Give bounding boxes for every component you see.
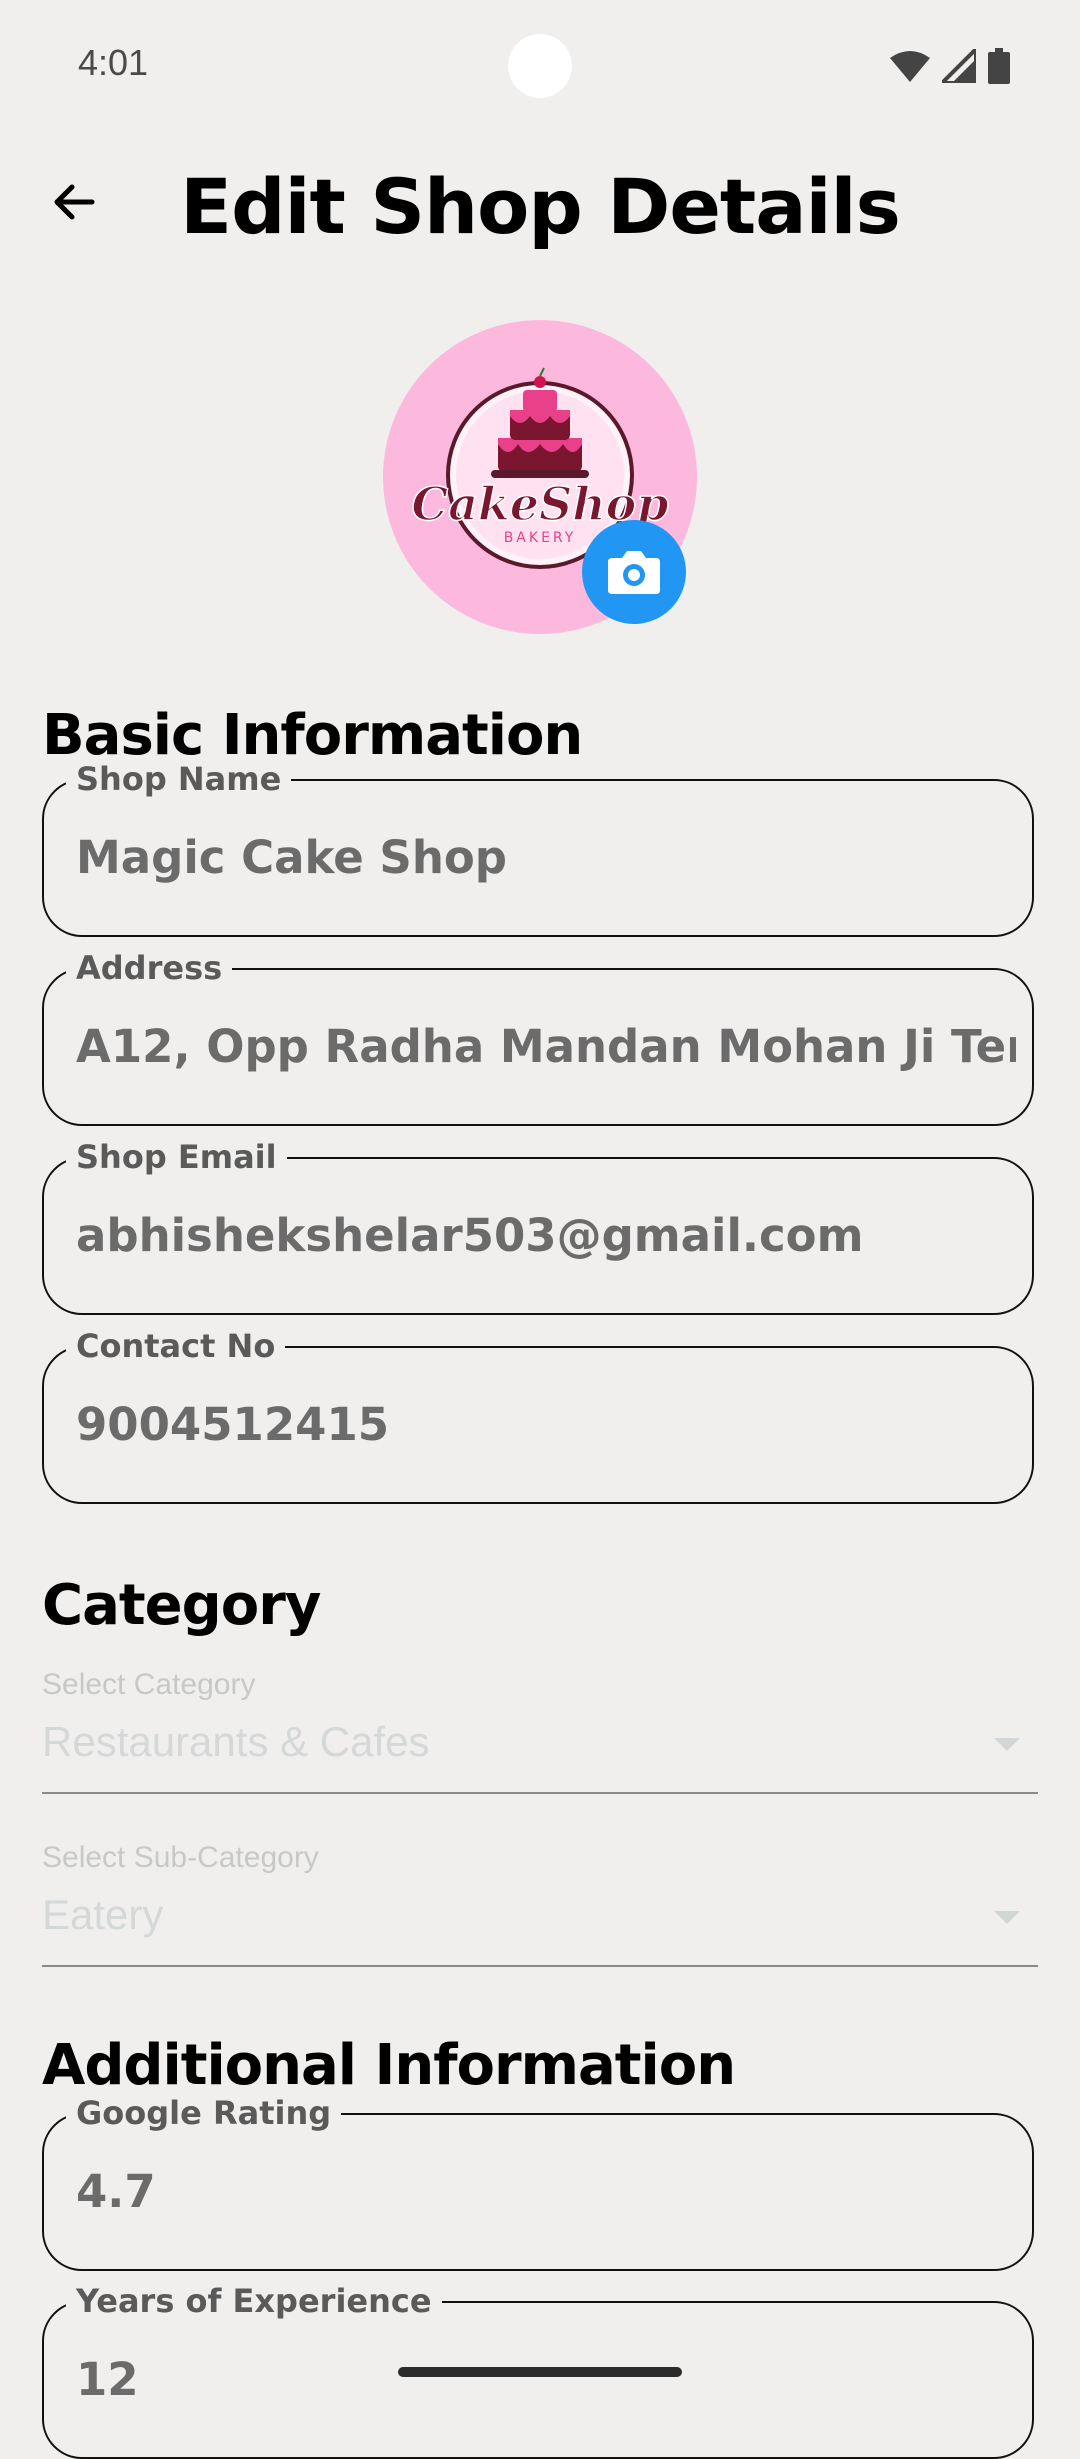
category-dropdown[interactable]: Select Category Restaurants & Cafes [42, 1668, 1038, 1794]
category-value: Restaurants & Cafes [42, 1718, 430, 1765]
address-field[interactable]: Address A12, Opp Radha Mandan Mohan Ji T… [42, 948, 1034, 1126]
category-underline [42, 1792, 1038, 1794]
shop-email-field[interactable]: Shop Email abhishekshelar503@gmail.com [42, 1137, 1034, 1315]
status-bar: 4:01 [0, 0, 1080, 130]
years-experience-field[interactable]: Years of Experience 12 [42, 2281, 1034, 2459]
subcategory-dropdown[interactable]: Select Sub-Category Eatery [42, 1841, 1038, 1967]
camera-icon [608, 551, 660, 594]
shop-email-label: Shop Email [66, 1137, 287, 1177]
contact-no-field[interactable]: Contact No 9004512415 [42, 1326, 1034, 1504]
category-title: Category [42, 1573, 321, 1638]
shop-name-value[interactable]: Magic Cake Shop [76, 831, 1016, 884]
years-experience-value[interactable]: 12 [76, 2353, 1016, 2406]
front-camera-cutout [508, 34, 572, 98]
contact-no-label: Contact No [66, 1326, 286, 1366]
wifi-icon [890, 51, 930, 82]
signal-icon [942, 49, 976, 83]
address-value[interactable]: A12, Opp Radha Mandan Mohan Ji Temple, [76, 1020, 1016, 1073]
chevron-down-icon [994, 1911, 1020, 1924]
shop-name-field[interactable]: Shop Name Magic Cake Shop [42, 759, 1034, 937]
home-indicator[interactable] [398, 2367, 682, 2377]
category-label: Select Category [42, 1668, 256, 1701]
google-rating-field[interactable]: Google Rating 4.7 [42, 2093, 1034, 2271]
status-time: 4:01 [78, 42, 149, 83]
contact-no-value[interactable]: 9004512415 [76, 1398, 1016, 1451]
page-title: Edit Shop Details [180, 162, 901, 251]
subcategory-value: Eatery [42, 1891, 164, 1938]
subcategory-label: Select Sub-Category [42, 1841, 319, 1874]
shop-name-label: Shop Name [66, 759, 292, 799]
subcategory-underline [42, 1965, 1038, 1967]
logo-subtext: BAKERY [504, 530, 577, 546]
shop-email-value[interactable]: abhishekshelar503@gmail.com [76, 1209, 1016, 1262]
address-label: Address [66, 948, 233, 988]
years-experience-label: Years of Experience [66, 2281, 442, 2321]
google-rating-label: Google Rating [66, 2093, 342, 2133]
additional-info-title: Additional Information [42, 2033, 736, 2098]
battery-icon [988, 48, 1010, 84]
change-photo-button[interactable] [582, 520, 686, 624]
status-icons [890, 48, 1010, 84]
google-rating-value[interactable]: 4.7 [76, 2165, 1016, 2218]
chevron-down-icon [994, 1738, 1020, 1751]
